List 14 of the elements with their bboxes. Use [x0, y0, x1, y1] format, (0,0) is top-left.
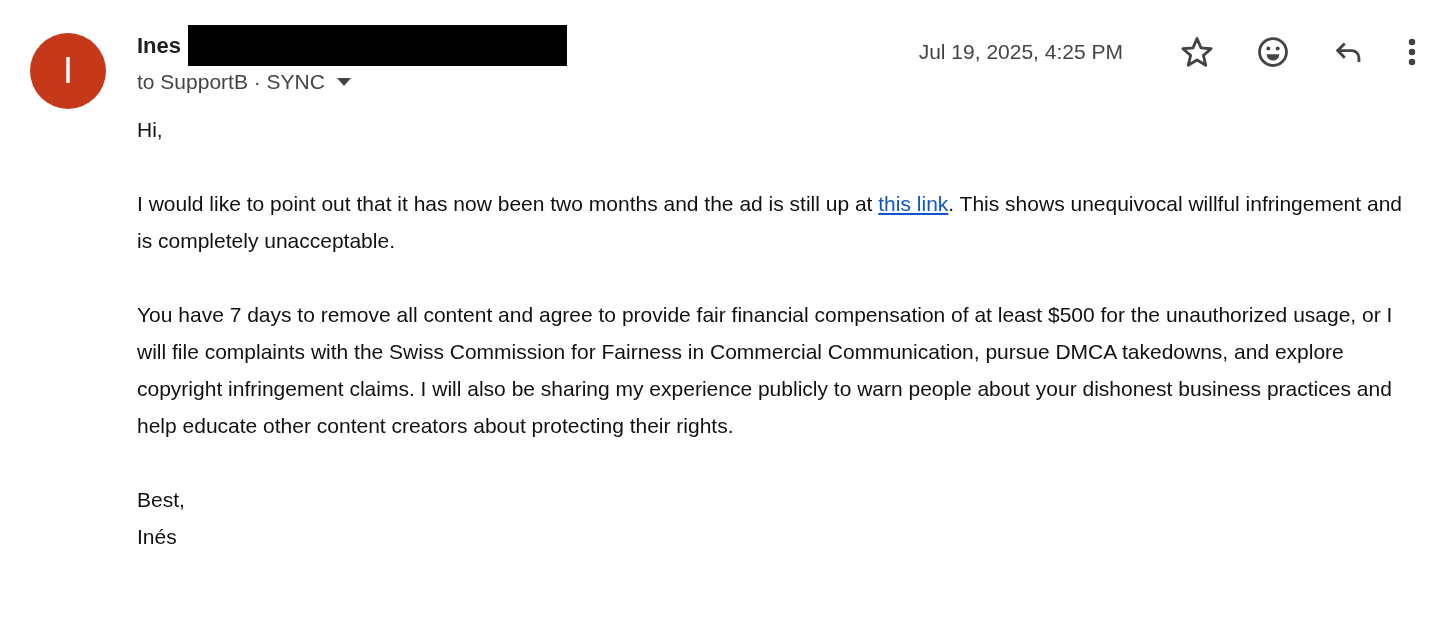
paragraph: I would like to point out that it has now been two months and the ad is still up at this link. This shows unequivocal willful infringement and is completely unacceptable. — [137, 191, 1403, 254]
paragraph: You have 7 days to remove all content and agree to provide fair financial compensation of at least $500 for the unauthorized usage, or I will file complaints with the Swiss Commission for Fairness in Commercial Communication, pursue DMCA takedowns, and explore copyright infringement claims. I will also be sharing my experience publicly to warn people about your dishonest business practices and help educate other content creators about protecting their rights. — [137, 302, 1394, 439]
date: Jul 19, 2025, 4:25 PM — [918, 40, 1123, 64]
smiley-icon[interactable] — [1256, 35, 1290, 69]
caret-icon[interactable] — [336, 78, 351, 86]
signoff-line: Best, — [137, 487, 186, 513]
recipients: to SupportB · SYNC — [137, 70, 325, 94]
paragraph: Hi, — [137, 117, 164, 143]
sender-name: Ines — [137, 32, 182, 59]
signoff-line: Inés — [137, 524, 178, 550]
avatar: I — [30, 33, 106, 109]
more-icon[interactable] — [1408, 37, 1416, 67]
link[interactable]: this link — [878, 192, 949, 215]
star-icon[interactable] — [1180, 35, 1214, 69]
